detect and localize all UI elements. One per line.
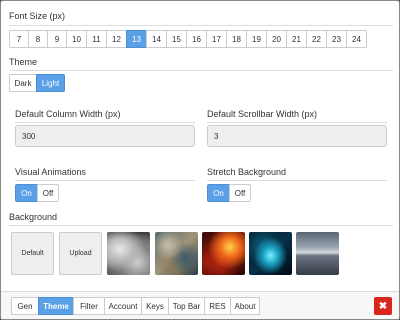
font-size-option[interactable]: 11 [86, 30, 107, 48]
settings-panel: Font Size (px) 7 8 9 10 11 12 13 14 15 1… [0, 0, 400, 320]
font-size-option[interactable]: 16 [186, 30, 207, 48]
font-size-option[interactable]: 23 [326, 30, 347, 48]
font-size-option[interactable]: 10 [66, 30, 87, 48]
font-size-option[interactable]: 17 [206, 30, 227, 48]
stretch-background-off-button[interactable]: Off [229, 184, 251, 202]
font-size-option-selected[interactable]: 13 [126, 30, 147, 48]
theme-dark-button[interactable]: Dark [9, 74, 37, 92]
tab-filter[interactable]: Filter [73, 297, 105, 315]
stretch-background-label: Stretch Background [207, 167, 287, 177]
font-size-option[interactable]: 20 [266, 30, 287, 48]
scrollbar-width-input[interactable]: 3 [207, 125, 387, 147]
column-width-input[interactable]: 300 [15, 125, 195, 147]
divider [9, 70, 393, 71]
theme-toggle: Dark Light [9, 74, 65, 92]
column-width-label: Default Column Width (px) [15, 109, 121, 119]
footer-bar: Gen Theme Filter Account Keys Top Bar RE… [1, 291, 399, 319]
background-upload-button[interactable]: Upload [59, 232, 102, 275]
divider [207, 180, 387, 181]
theme-light-button[interactable]: Light [36, 74, 65, 92]
font-size-selector: 7 8 9 10 11 12 13 14 15 16 17 18 19 20 2… [9, 30, 367, 48]
settings-tabs: Gen Theme Filter Account Keys Top Bar RE… [11, 297, 260, 315]
font-size-option[interactable]: 7 [9, 30, 29, 48]
font-size-option[interactable]: 8 [28, 30, 48, 48]
tab-gen[interactable]: Gen [11, 297, 39, 315]
font-size-option[interactable]: 24 [346, 30, 367, 48]
close-icon: ✖ [378, 300, 388, 312]
clouds-thumbnail[interactable] [107, 232, 150, 275]
close-button[interactable]: ✖ [374, 297, 392, 315]
font-size-option[interactable]: 12 [106, 30, 127, 48]
tab-res[interactable]: RES [204, 297, 231, 315]
tab-theme[interactable]: Theme [38, 297, 74, 315]
tab-top-bar[interactable]: Top Bar [168, 297, 205, 315]
stretch-background-toggle: On Off [207, 184, 251, 202]
font-size-option[interactable]: 19 [246, 30, 267, 48]
cyan-smoke-thumbnail[interactable] [249, 232, 292, 275]
font-size-label: Font Size (px) [9, 11, 66, 21]
stormy-sea-thumbnail[interactable] [296, 232, 339, 275]
font-size-option[interactable]: 15 [166, 30, 187, 48]
background-label: Background [9, 212, 58, 222]
visual-animations-label: Visual Animations [15, 167, 86, 177]
divider [15, 180, 195, 181]
aerial-terrain-thumbnail[interactable] [155, 232, 198, 275]
divider [15, 122, 195, 123]
scrollbar-width-label: Default Scrollbar Width (px) [207, 109, 318, 119]
font-size-option[interactable]: 14 [146, 30, 167, 48]
font-size-option[interactable]: 9 [47, 30, 67, 48]
divider [207, 122, 387, 123]
background-default-button[interactable]: Default [11, 232, 54, 275]
visual-animations-toggle: On Off [15, 184, 59, 202]
tab-account[interactable]: Account [104, 297, 142, 315]
theme-label: Theme [9, 57, 38, 67]
divider [9, 25, 393, 26]
tab-about[interactable]: About [230, 297, 260, 315]
divider [9, 225, 393, 226]
font-size-option[interactable]: 22 [306, 30, 327, 48]
stretch-background-on-button[interactable]: On [207, 184, 230, 202]
visual-animations-off-button[interactable]: Off [37, 184, 59, 202]
font-size-option[interactable]: 18 [226, 30, 247, 48]
tab-keys[interactable]: Keys [141, 297, 169, 315]
font-size-option[interactable]: 21 [286, 30, 307, 48]
visual-animations-on-button[interactable]: On [15, 184, 38, 202]
fire-thumbnail[interactable] [202, 232, 245, 275]
